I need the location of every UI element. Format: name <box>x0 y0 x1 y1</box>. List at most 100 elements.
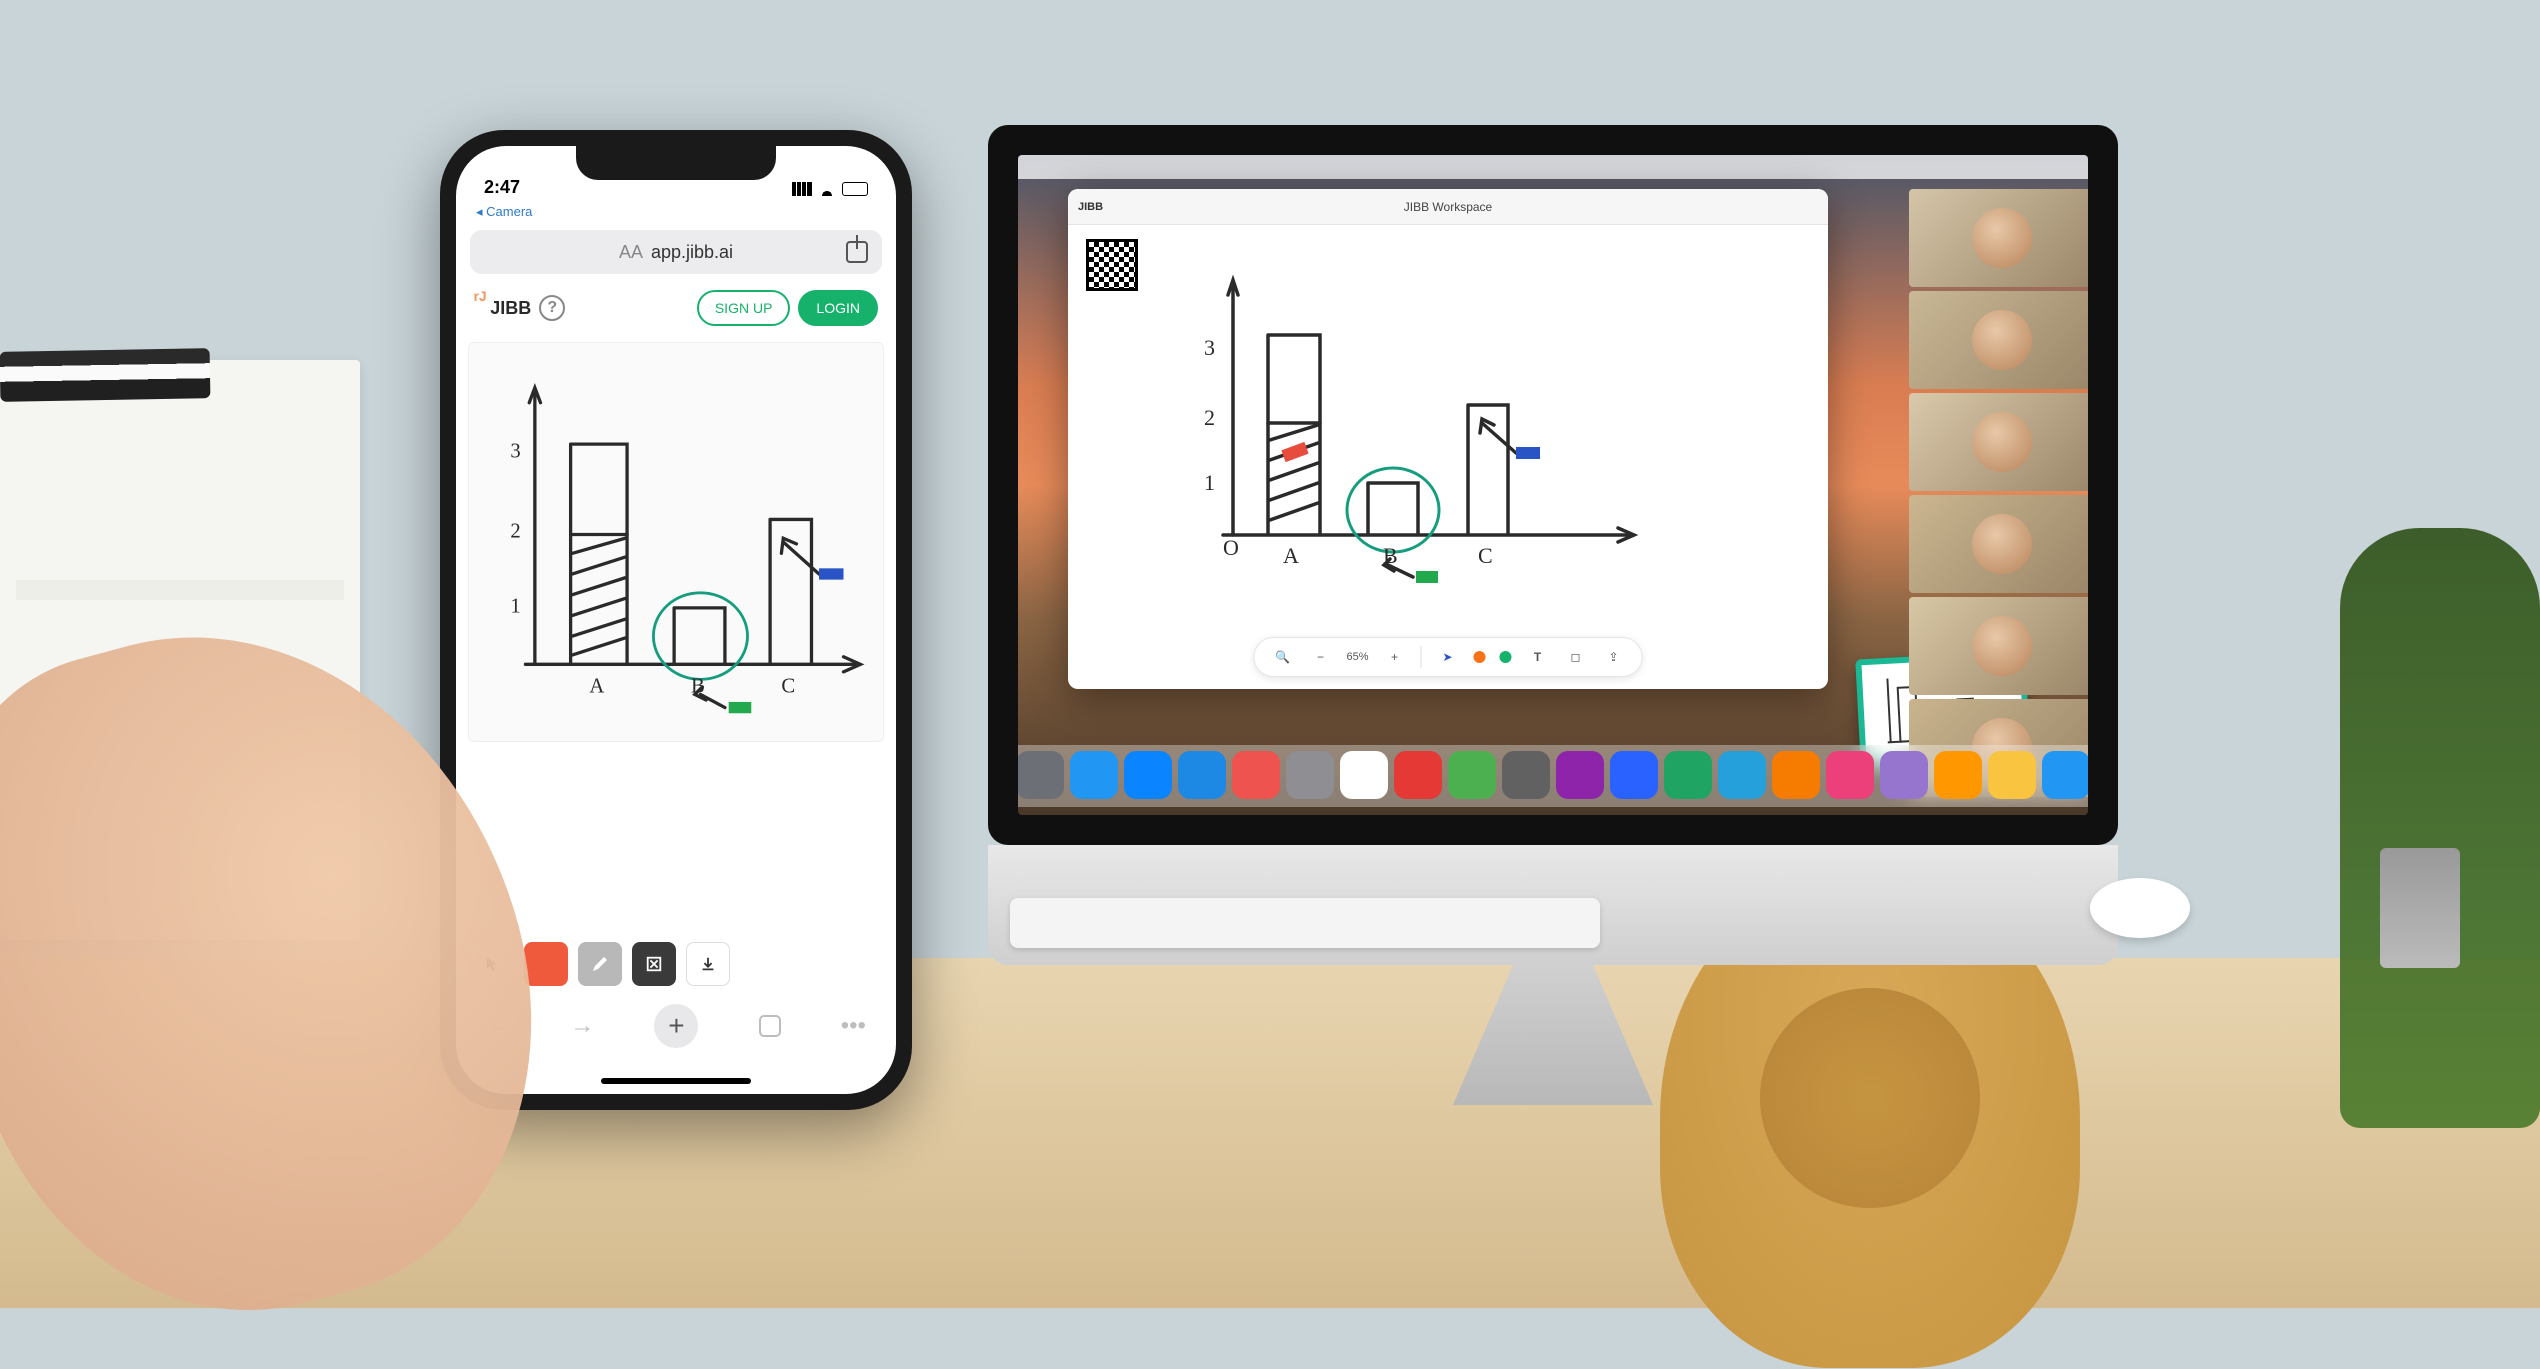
dock-app-icon[interactable] <box>1286 751 1334 799</box>
erase-icon <box>645 955 663 973</box>
window-titlebar[interactable]: JIBB JIBB Workspace <box>1068 189 1828 225</box>
jibb-logo-icon: ʳᴶ <box>474 289 486 312</box>
svg-text:3: 3 <box>510 440 520 462</box>
svg-text:2: 2 <box>510 520 520 542</box>
sketch-chart-desktop: O 321 A B <box>1068 225 1828 615</box>
mouse <box>2090 878 2190 938</box>
keyboard <box>1010 898 1600 948</box>
svg-text:C: C <box>1478 543 1493 568</box>
jibb-logo[interactable]: ʳᴶ JIBB ? <box>474 295 565 321</box>
video-tile[interactable] <box>1909 393 2088 491</box>
pointer-tool-icon[interactable]: ➤ <box>1436 645 1460 669</box>
color-swatch-tool[interactable] <box>524 942 568 986</box>
macos-desktop: JIBB JIBB Workspace O 3 2 1 <box>1018 155 2088 815</box>
pen-icon <box>590 954 610 974</box>
avatar <box>1972 412 2032 472</box>
dock-app-icon[interactable] <box>1124 751 1172 799</box>
avatar <box>1972 616 2032 676</box>
nav-tabs-icon[interactable] <box>759 1015 781 1037</box>
home-indicator[interactable] <box>601 1078 751 1084</box>
video-tile[interactable] <box>1909 597 2088 695</box>
signal-icon <box>792 182 812 196</box>
nav-forward-icon[interactable]: → <box>570 1012 594 1040</box>
dock-app-icon[interactable] <box>1610 751 1658 799</box>
dock-app-icon[interactable] <box>1934 751 1982 799</box>
share-icon[interactable] <box>846 241 868 263</box>
zoom-value: 65% <box>1346 645 1368 669</box>
zoom-out-button[interactable]: − <box>1308 645 1332 669</box>
jibb-logo-small: JIBB <box>1078 201 1103 213</box>
text-tool[interactable]: T <box>1526 645 1550 669</box>
video-tile[interactable] <box>1909 291 2088 389</box>
app-header: ʳᴶ JIBB ? SIGN UP LOGIN <box>456 282 896 334</box>
macos-dock[interactable] <box>1018 745 2088 807</box>
whiteboard-canvas-phone[interactable]: 321 A B C <box>468 342 884 742</box>
dock-app-icon[interactable] <box>1772 751 1820 799</box>
back-to-camera-link[interactable]: ◂ Camera <box>456 202 896 222</box>
dock-app-icon[interactable] <box>1664 751 1712 799</box>
nav-newtab-button[interactable]: + <box>654 1004 698 1048</box>
dock-app-icon[interactable] <box>1448 751 1496 799</box>
url-text: app.jibb.ai <box>651 242 733 263</box>
logo-text: JIBB <box>490 298 531 319</box>
qr-code-icon[interactable] <box>1086 239 1138 291</box>
dock-app-icon[interactable] <box>1232 751 1280 799</box>
login-button[interactable]: LOGIN <box>798 290 878 326</box>
avatar <box>1972 514 2032 574</box>
dock-app-icon[interactable] <box>2042 751 2088 799</box>
dock-app-icon[interactable] <box>1556 751 1604 799</box>
whiteboard-canvas-desktop[interactable]: O 321 A B <box>1068 225 1828 615</box>
wifi-icon <box>818 182 836 196</box>
divider <box>1421 646 1422 668</box>
svg-text:1: 1 <box>1204 470 1215 495</box>
notch <box>576 146 776 180</box>
dock-app-icon[interactable] <box>1502 751 1550 799</box>
pencil-holder <box>2380 848 2460 968</box>
imac-stand <box>1453 965 1653 1105</box>
jibb-toolbar-desktop: 🔍 − 65% + ➤ T ◻ ⇪ <box>1253 637 1642 677</box>
download-icon <box>699 955 717 973</box>
color-green-icon[interactable] <box>1500 651 1512 663</box>
svg-text:3: 3 <box>1204 335 1215 360</box>
origin-label: O <box>1223 535 1239 560</box>
sketch-chart-phone: 321 A B C <box>469 343 883 741</box>
zoom-in-button[interactable]: + <box>1383 645 1407 669</box>
window-title: JIBB Workspace <box>1404 200 1492 214</box>
books-stack <box>0 348 210 402</box>
nav-more-icon[interactable]: ••• <box>841 1012 866 1040</box>
dock-app-icon[interactable] <box>1178 751 1226 799</box>
dock-app-icon[interactable] <box>1718 751 1766 799</box>
svg-text:2: 2 <box>1204 405 1215 430</box>
plant <box>2340 528 2540 1128</box>
video-participants-column <box>1909 189 2088 797</box>
battery-icon <box>842 182 868 196</box>
dock-app-icon[interactable] <box>1070 751 1118 799</box>
svg-text:1: 1 <box>510 596 520 618</box>
avatar <box>1972 208 2032 268</box>
status-time: 2:47 <box>484 177 520 198</box>
text-size-icon[interactable]: AA <box>619 242 643 263</box>
upload-icon[interactable]: ⇪ <box>1602 645 1626 669</box>
dock-app-icon[interactable] <box>1018 751 1064 799</box>
search-icon[interactable]: 🔍 <box>1270 645 1294 669</box>
dock-app-icon[interactable] <box>1340 751 1388 799</box>
signup-button[interactable]: SIGN UP <box>697 290 791 326</box>
shape-tool-icon[interactable]: ◻ <box>1564 645 1588 669</box>
jibb-workspace-window[interactable]: JIBB JIBB Workspace O 3 2 1 <box>1068 189 1828 689</box>
svg-text:C: C <box>781 676 795 698</box>
video-tile[interactable] <box>1909 189 2088 287</box>
video-tile[interactable] <box>1909 495 2088 593</box>
safari-url-bar[interactable]: AA app.jibb.ai <box>470 230 882 274</box>
dock-app-icon[interactable] <box>1880 751 1928 799</box>
dock-app-icon[interactable] <box>1394 751 1442 799</box>
dock-app-icon[interactable] <box>1826 751 1874 799</box>
dock-app-icon[interactable] <box>1988 751 2036 799</box>
imac-screen: JIBB JIBB Workspace O 3 2 1 <box>988 125 2118 845</box>
download-tool[interactable] <box>686 942 730 986</box>
color-orange-icon[interactable] <box>1474 651 1486 663</box>
help-icon[interactable]: ? <box>539 295 565 321</box>
macos-menubar[interactable] <box>1018 155 2088 179</box>
pen-tool[interactable] <box>578 942 622 986</box>
svg-text:A: A <box>1283 543 1299 568</box>
erase-tool[interactable] <box>632 942 676 986</box>
